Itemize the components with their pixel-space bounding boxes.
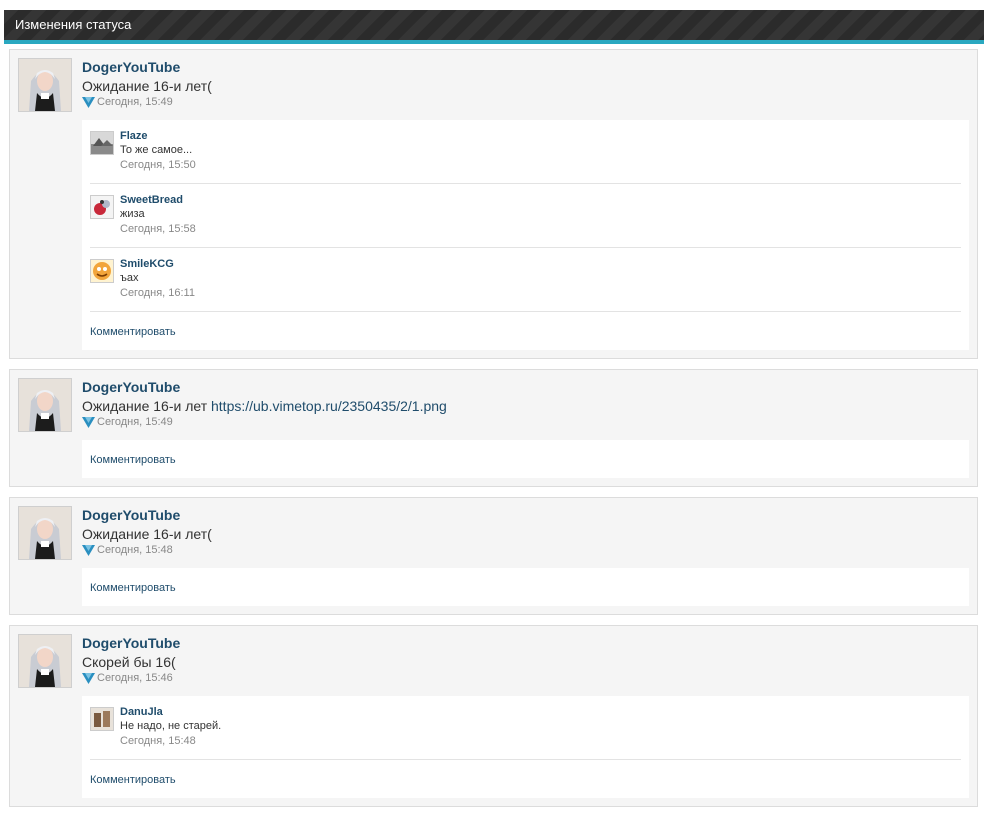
comment-button[interactable]: Комментировать: [90, 774, 176, 786]
status-changes-panel: Изменения статуса DogerYouTube Ожидание …: [4, 10, 984, 817]
status-entry: DogerYouTube Ожидание 16-и лет https://u…: [9, 369, 978, 487]
status-list: DogerYouTube Ожидание 16-и лет( Сегодня,…: [4, 44, 984, 807]
commenter-name[interactable]: Flaze: [120, 129, 961, 143]
status-entry: DogerYouTube Скорей бы 16( Сегодня, 15:4…: [9, 625, 978, 807]
comments-block: DanuJla Не надо, не старей. Сегодня, 15:…: [82, 696, 969, 798]
status-time: Сегодня, 15:49: [97, 416, 173, 428]
commenter-avatar[interactable]: [90, 707, 114, 731]
commenter-avatar[interactable]: [90, 195, 114, 219]
panel-title: Изменения статуса: [4, 10, 984, 44]
status-link[interactable]: https://ub.vimetop.ru/2350435/2/1.png: [211, 398, 447, 414]
comment-button[interactable]: Комментировать: [90, 582, 176, 594]
status-entry: DogerYouTube Ожидание 16-и лет( Сегодня,…: [9, 497, 978, 615]
user-avatar[interactable]: [18, 58, 72, 112]
comment-item: Flaze То же самое... Сегодня, 15:50: [90, 120, 961, 184]
status-meta: Сегодня, 15:46: [82, 671, 969, 686]
status-meta: Сегодня, 15:49: [82, 95, 969, 110]
status-icon: [82, 417, 95, 428]
commenter-avatar[interactable]: [90, 259, 114, 283]
comment-item: DanuJla Не надо, не старей. Сегодня, 15:…: [90, 696, 961, 760]
username[interactable]: DogerYouTube: [82, 635, 180, 652]
status-time: Сегодня, 15:46: [97, 672, 173, 684]
status-time: Сегодня, 15:49: [97, 96, 173, 108]
user-avatar[interactable]: [18, 634, 72, 688]
comment-text: Не надо, не старей.: [120, 720, 222, 732]
status-icon: [82, 97, 95, 108]
status-meta: Сегодня, 15:49: [82, 415, 969, 430]
username[interactable]: DogerYouTube: [82, 59, 180, 76]
username[interactable]: DogerYouTube: [82, 379, 180, 396]
comments-block: Комментировать: [82, 568, 969, 606]
user-avatar[interactable]: [18, 378, 72, 432]
commenter-name[interactable]: SweetBread: [120, 193, 961, 207]
comment-time: Сегодня, 15:50: [120, 159, 196, 171]
comment-item: SmileKCG ъах Сегодня, 16:11: [90, 248, 961, 312]
status-meta: Сегодня, 15:48: [82, 543, 969, 558]
status-text: Ожидание 16-и лет(: [82, 78, 212, 94]
username[interactable]: DogerYouTube: [82, 507, 180, 524]
comment-text: жиза: [120, 208, 145, 220]
commenter-avatar[interactable]: [90, 131, 114, 155]
user-avatar[interactable]: [18, 506, 72, 560]
comment-time: Сегодня, 15:48: [120, 735, 196, 747]
status-icon: [82, 545, 95, 556]
status-entry: DogerYouTube Ожидание 16-и лет( Сегодня,…: [9, 49, 978, 359]
comment-button[interactable]: Комментировать: [90, 326, 176, 338]
commenter-name[interactable]: SmileKCG: [120, 257, 961, 271]
comments-block: Комментировать: [82, 440, 969, 478]
comment-button[interactable]: Комментировать: [90, 454, 176, 466]
comment-time: Сегодня, 15:58: [120, 223, 196, 235]
status-icon: [82, 673, 95, 684]
comment-item: SweetBread жиза Сегодня, 15:58: [90, 184, 961, 248]
status-time: Сегодня, 15:48: [97, 544, 173, 556]
commenter-name[interactable]: DanuJla: [120, 705, 961, 719]
comment-time: Сегодня, 16:11: [120, 287, 195, 299]
comments-block: Flaze То же самое... Сегодня, 15:50 Swee…: [82, 120, 969, 350]
status-text: Ожидание 16-и лет https://ub.vimetop.ru/…: [82, 398, 447, 414]
status-text: Ожидание 16-и лет(: [82, 526, 212, 542]
comment-text: ъах: [120, 272, 139, 284]
comment-text: То же самое...: [120, 144, 193, 156]
status-text: Скорей бы 16(: [82, 654, 176, 670]
